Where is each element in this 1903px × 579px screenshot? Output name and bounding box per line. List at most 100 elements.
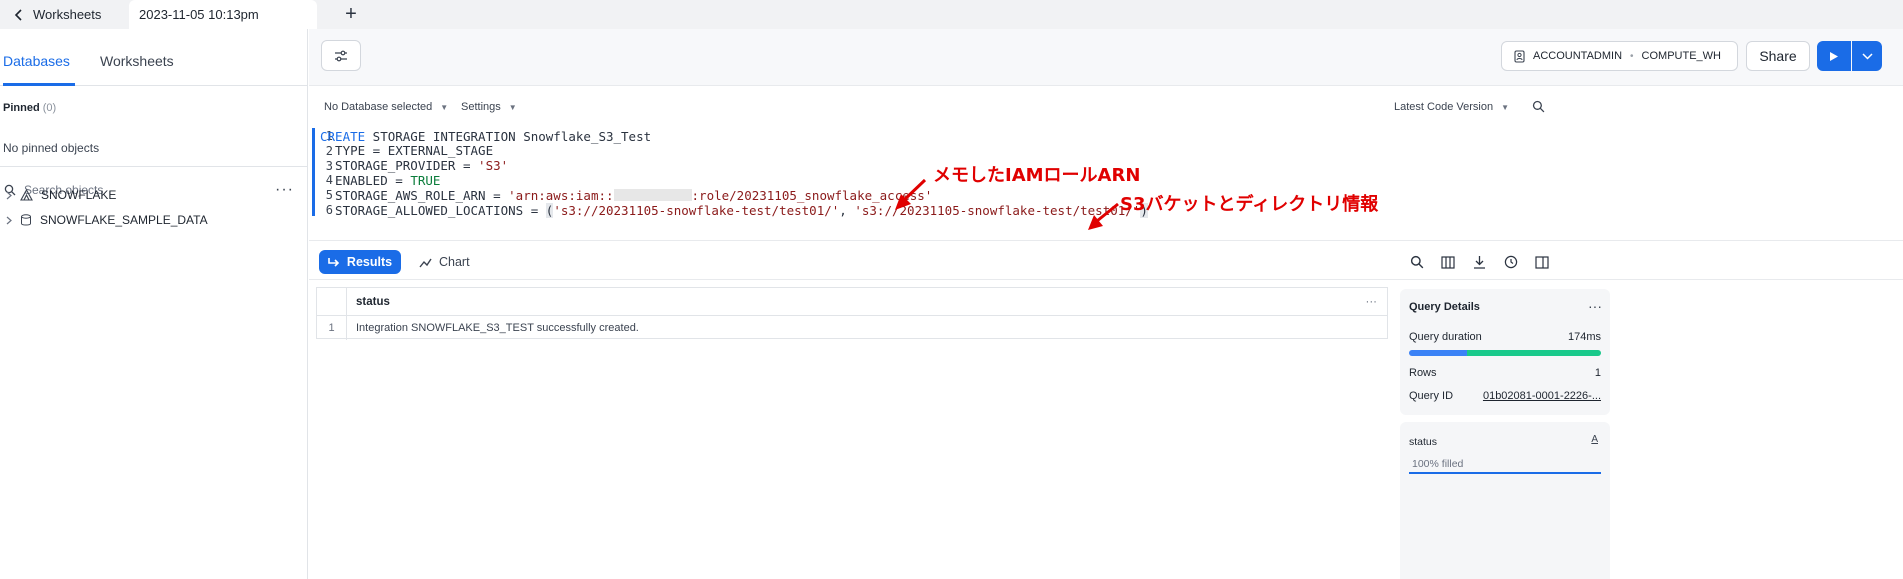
text-type-icon: A xyxy=(1591,434,1598,445)
rows-value: 1 xyxy=(1594,367,1601,379)
column-header-label: status xyxy=(356,295,390,308)
back-to-worksheets-button[interactable]: Worksheets xyxy=(0,0,130,29)
toggle-panel-button[interactable] xyxy=(1532,252,1552,272)
back-label: Worksheets xyxy=(33,7,102,22)
tab-worksheets[interactable]: Worksheets xyxy=(100,53,174,69)
annotation-s3-location: S3バケットとディレクトリ情報 xyxy=(1120,194,1379,215)
redacted-account-id xyxy=(613,189,692,202)
rows-label: Rows xyxy=(1409,367,1437,379)
share-button[interactable]: Share xyxy=(1746,41,1810,71)
code-line[interactable]: STORAGE_ALLOWED_LOCATIONS = ('s3://20231… xyxy=(320,201,1148,219)
worksheet-toolbar: ACCOUNTADMIN • COMPUTE_WH Share xyxy=(309,29,1903,86)
code-version-label: Latest Code Version xyxy=(1394,101,1494,113)
columns-button[interactable] xyxy=(1438,252,1458,272)
more-options-icon[interactable]: ··· xyxy=(1588,298,1602,314)
settings-select[interactable]: Settings ▼ xyxy=(461,101,517,113)
column-stats-title: status xyxy=(1409,436,1438,448)
role-warehouse-selector[interactable]: ACCOUNTADMIN • COMPUTE_WH xyxy=(1501,41,1738,71)
caret-down-icon: ▼ xyxy=(1501,102,1509,112)
filled-percentage: 100% filled xyxy=(1409,455,1601,474)
editor-context-bar: No Database selected ▼ Settings ▼ Latest… xyxy=(309,86,1903,128)
row-index-header xyxy=(317,288,347,316)
search-icon[interactable] xyxy=(1532,100,1545,113)
tab-chart[interactable]: Chart xyxy=(419,250,470,274)
worksheet-tab-active[interactable]: 2023-11-05 10:13pm xyxy=(129,0,317,29)
separator-dot: • xyxy=(1630,50,1634,62)
column-menu-icon[interactable]: ··· xyxy=(1366,296,1378,308)
code-token: , xyxy=(839,202,855,218)
filter-button[interactable] xyxy=(321,40,361,71)
query-duration-row: Query duration 174ms xyxy=(1409,331,1601,343)
duration-segment-other xyxy=(1466,350,1601,356)
sidebar-tabs: Databases Worksheets xyxy=(0,29,307,86)
query-duration-bar xyxy=(1409,350,1601,356)
query-id-link[interactable]: 01b02081-0001-2226-... xyxy=(1483,390,1601,402)
query-id-row: Query ID 01b02081-0001-2226-... xyxy=(1409,390,1601,402)
results-tab-label: Results xyxy=(346,255,393,269)
role-name: ACCOUNTADMIN xyxy=(1533,50,1623,62)
run-button[interactable] xyxy=(1817,41,1851,71)
annotation-iam-role: メモしたIAMロールARN xyxy=(933,165,1141,186)
active-tab-indicator xyxy=(3,83,75,86)
caret-down-icon: ▼ xyxy=(508,102,517,112)
database-select-label: No Database selected xyxy=(324,101,433,113)
add-worksheet-button[interactable]: + xyxy=(336,0,366,29)
code-version-select[interactable]: Latest Code Version ▼ xyxy=(1394,101,1509,113)
pinned-heading: Pinned (0) xyxy=(3,102,56,114)
column-stats-panel: status A 100% filled xyxy=(1400,422,1610,579)
pinned-count: (0) xyxy=(42,102,57,114)
worksheet-main: ACCOUNTADMIN • COMPUTE_WH Share No Datab… xyxy=(309,29,1903,579)
worksheet-tab-bar: Worksheets 2023-11-05 10:13pm + xyxy=(0,0,1903,29)
columns-icon xyxy=(1441,255,1455,269)
line-number: 5 xyxy=(325,188,333,203)
return-arrow-icon xyxy=(328,257,340,267)
tab-results[interactable]: Results xyxy=(319,250,401,274)
download-icon xyxy=(1473,256,1485,269)
object-sidebar: Databases Worksheets Pinned (0) No pinne… xyxy=(0,29,308,579)
search-results-button[interactable] xyxy=(1407,252,1427,272)
worksheet-tab-title: 2023-11-05 10:13pm xyxy=(139,7,259,22)
line-number: 1 xyxy=(325,129,333,143)
clock-icon xyxy=(1504,255,1518,269)
warehouse-name: COMPUTE_WH xyxy=(1641,50,1721,62)
chevron-left-icon xyxy=(14,8,22,21)
query-duration-value: 174ms xyxy=(1567,331,1601,343)
download-button[interactable] xyxy=(1469,252,1489,272)
results-table: status ··· 1 Integration SNOWFLAKE_S3_TE… xyxy=(316,287,1388,340)
line-number: 2 xyxy=(325,143,333,158)
search-icon xyxy=(1410,255,1424,269)
user-badge-icon xyxy=(1514,49,1525,63)
caret-down-icon: ▼ xyxy=(440,102,449,112)
chevron-right-icon xyxy=(6,191,12,199)
row-index: 1 xyxy=(317,316,347,340)
rows-row: Rows 1 xyxy=(1409,367,1601,379)
arrow-annotation-icon xyxy=(1088,202,1119,230)
chevron-right-icon xyxy=(6,216,12,224)
line-number: 6 xyxy=(325,203,333,217)
line-chart-icon xyxy=(419,258,432,267)
arrow-annotation-icon xyxy=(895,178,927,210)
line-number: 3 xyxy=(325,158,333,173)
table-cell-status[interactable]: Integration SNOWFLAKE_S3_TEST successful… xyxy=(347,316,639,340)
tab-databases[interactable]: Databases xyxy=(3,53,70,69)
code-token: STORAGE_ALLOWED_LOCATIONS = xyxy=(320,202,546,218)
settings-label: Settings xyxy=(461,101,501,113)
query-details-title: Query Details xyxy=(1409,301,1480,313)
chart-tab-label: Chart xyxy=(439,255,470,269)
code-token: 's3://20231105-snowflake-test/test01/' xyxy=(553,202,840,218)
column-header-status[interactable]: status ··· xyxy=(347,288,1387,316)
line-number: 4 xyxy=(325,173,333,188)
query-duration-label: Query duration xyxy=(1409,331,1482,343)
results-toolbar: Results Chart xyxy=(309,240,1903,280)
pinned-label: Pinned xyxy=(3,102,40,114)
code-token: 'S3' xyxy=(478,158,509,174)
run-options-button[interactable] xyxy=(1852,41,1882,71)
plus-icon: + xyxy=(345,3,357,25)
code-token: ( xyxy=(545,202,554,218)
query-id-label: Query ID xyxy=(1409,390,1454,402)
duration-segment-exec xyxy=(1409,350,1467,356)
sliders-icon xyxy=(335,50,347,61)
query-details-panel: Query Details ··· Query duration 174ms R… xyxy=(1400,289,1610,415)
database-select[interactable]: No Database selected ▼ xyxy=(324,101,448,113)
history-button[interactable] xyxy=(1501,252,1521,272)
